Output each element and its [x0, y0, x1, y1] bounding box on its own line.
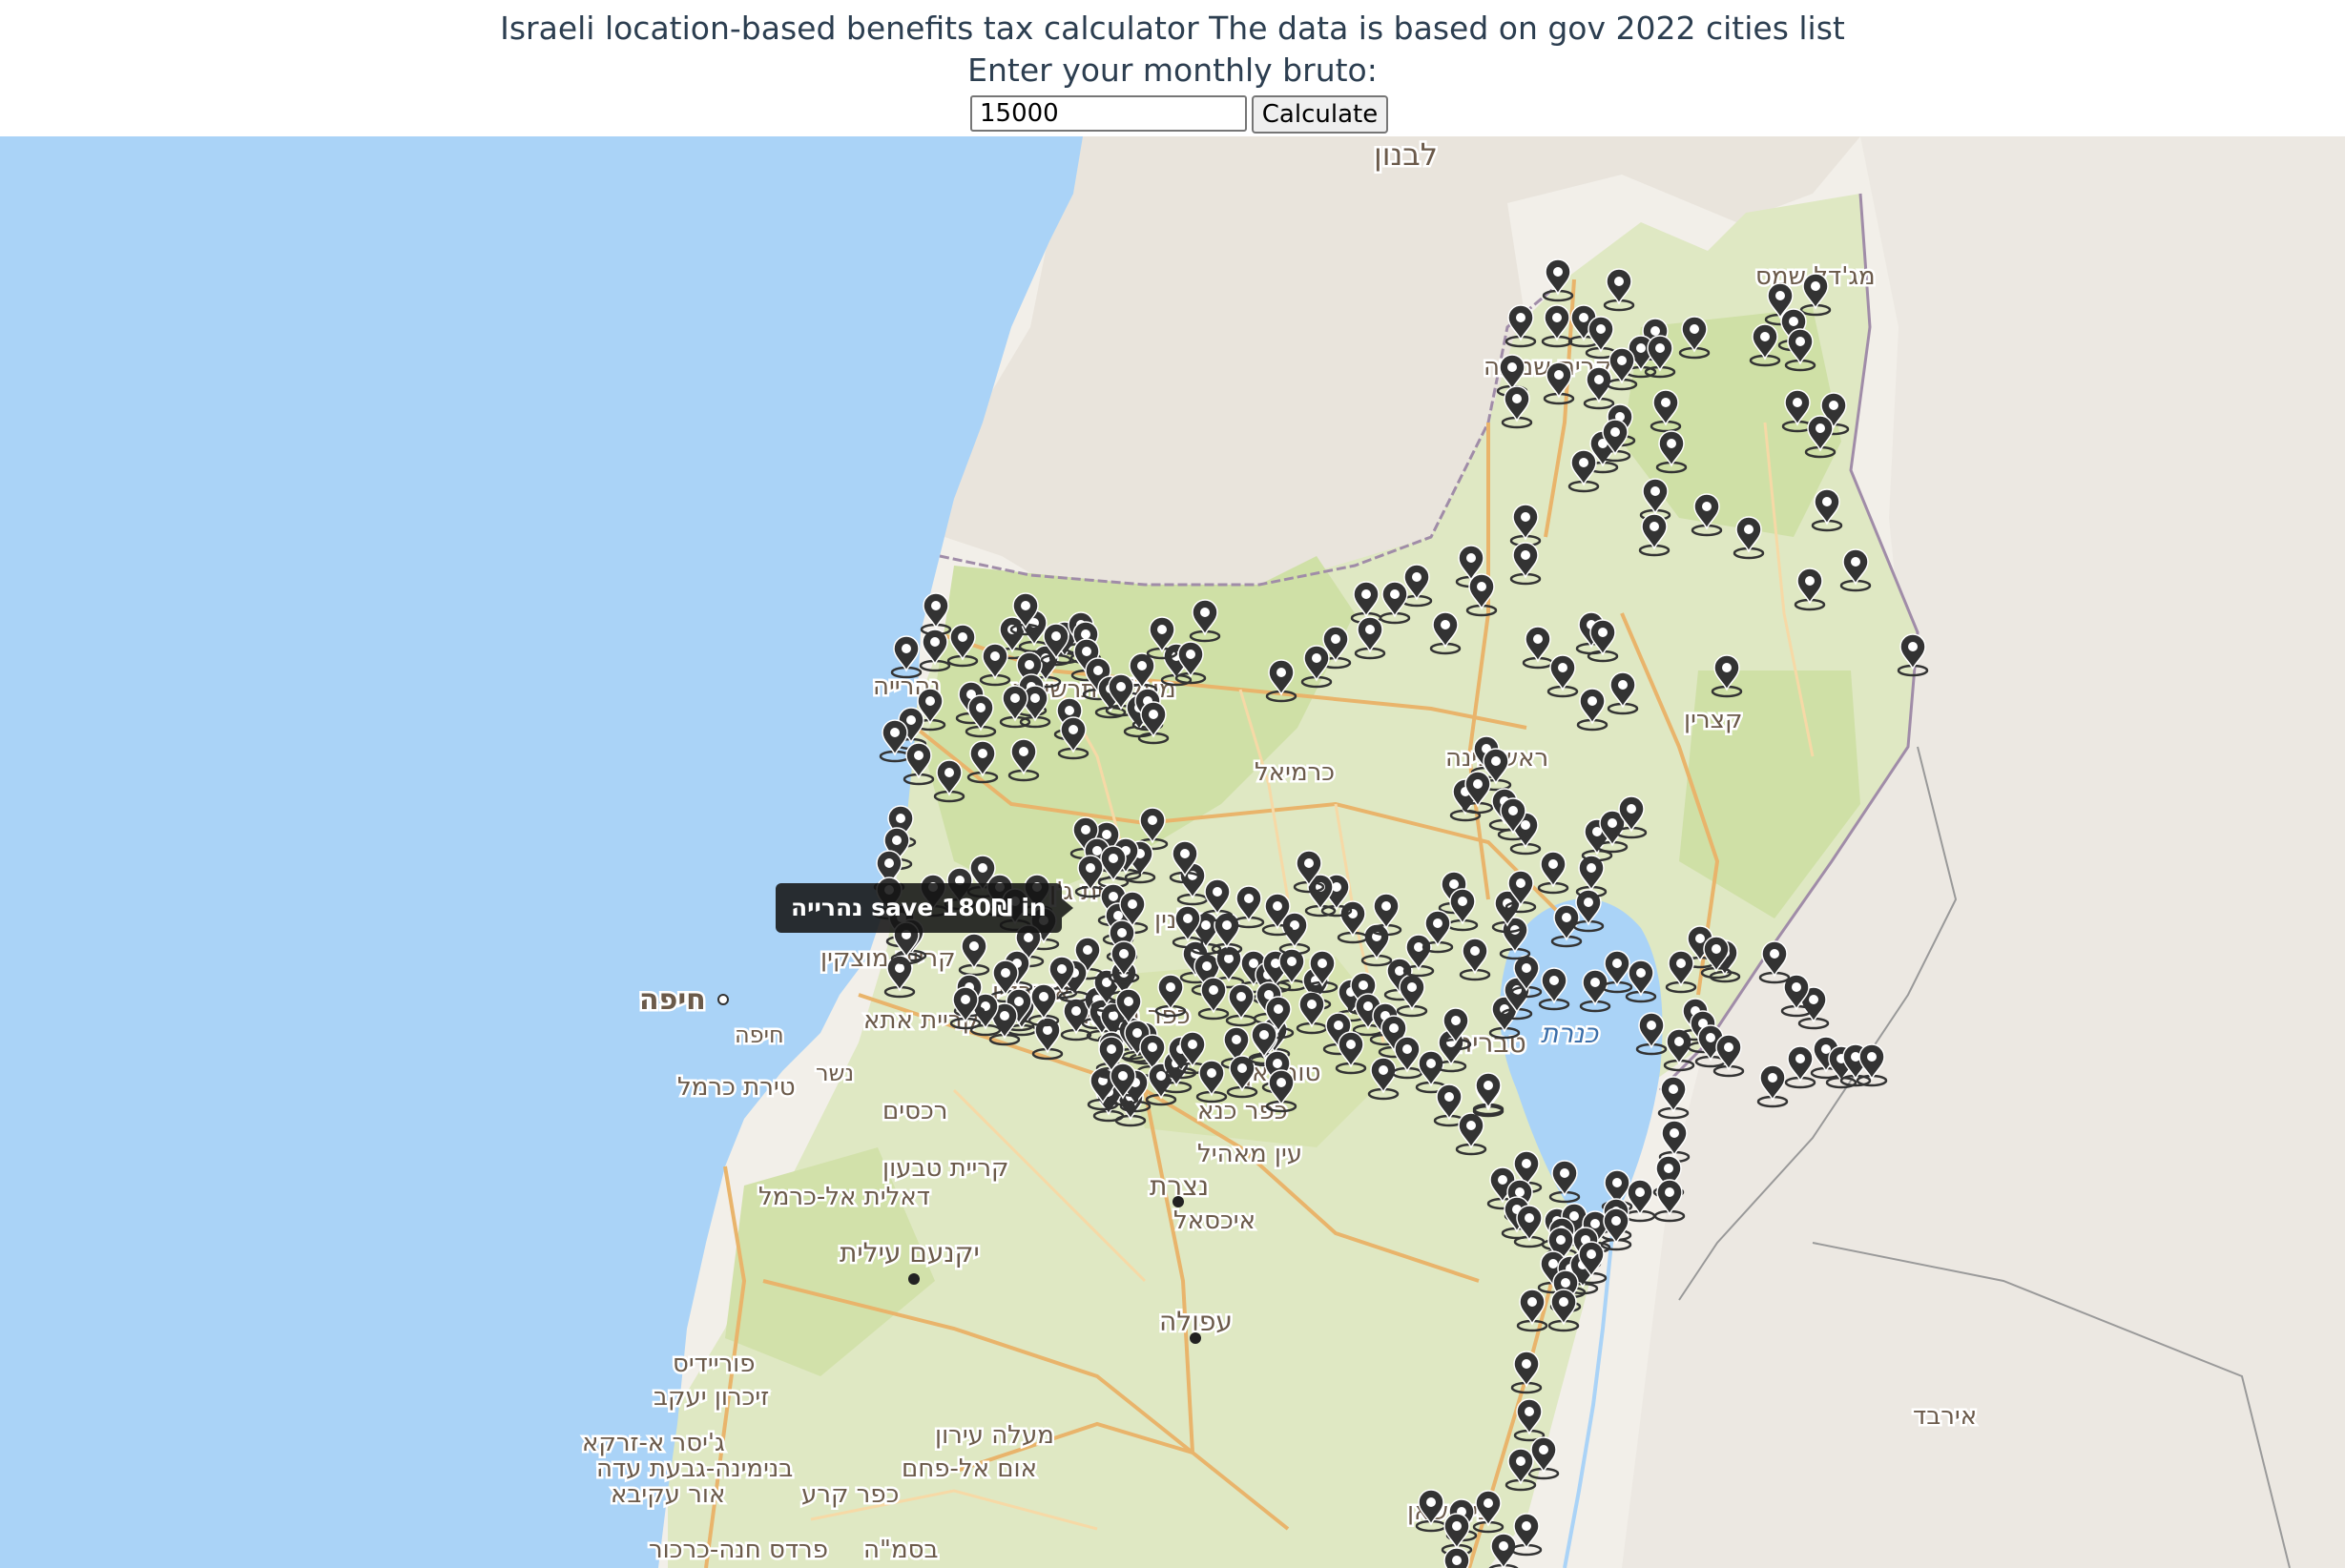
salary-prompt: Enter your monthly bruto:: [967, 52, 1378, 89]
map-label-zichron: זיכרון יעקב: [654, 1383, 769, 1412]
header: Israeli location-based benefits tax calc…: [0, 0, 2345, 136]
map-label-tirat-carmel: טירת כרמל: [677, 1073, 796, 1102]
calculate-button[interactable]: Calculate: [1252, 95, 1388, 134]
map-label-daliyat: דאלית אל-כרמל: [758, 1183, 930, 1211]
map-label-karmiel: כרמיאל: [1255, 758, 1335, 787]
map-label-kiryat-tivon: קריית טבעון: [882, 1154, 1008, 1183]
salary-input[interactable]: [970, 95, 1247, 132]
map-label-umm-fahm: אום אל-פחם: [902, 1455, 1037, 1483]
page-title: Israeli location-based benefits tax calc…: [500, 10, 1845, 47]
map-label-fureidis: פוריידיס: [673, 1350, 756, 1378]
savings-tooltip: נהרייה save 180₪ in: [776, 883, 1073, 933]
haifa-dot: [717, 994, 729, 1005]
map-label-kfar-kara: כפר קרע: [801, 1480, 899, 1509]
map[interactable]: לבנון מג'דל שמס קרית שמונה נהרייה מעלות-…: [0, 136, 2345, 1568]
map-label-pardes-hanna: פרדס חנה-כרכור: [649, 1536, 828, 1564]
map-label-haifa-big: חיפה: [639, 983, 706, 1017]
map-label-or-akiva: אור עקיבא: [611, 1480, 725, 1509]
map-label-basma: בסמ"ה: [863, 1536, 939, 1564]
map-label-binyamina: בנימינה-גבעת עדה: [596, 1455, 793, 1483]
map-label-rechasim: רכסים: [882, 1097, 947, 1125]
map-label-nesher: נשר: [816, 1060, 854, 1086]
map-label-maale-iron: מעלה עירון: [935, 1421, 1054, 1450]
afula-dot: [1190, 1332, 1201, 1344]
map-label-haifa-small: חיפה: [735, 1021, 784, 1048]
map-label-irbid: אירבד: [1913, 1402, 1977, 1431]
map-label-jisr: ג'יסר א-זרקא: [582, 1429, 725, 1457]
map-label-yokneam: יקנעם עילית: [840, 1237, 980, 1269]
map-label-kinneret: כנרת: [1541, 1018, 1598, 1049]
yokneam-dot: [908, 1273, 920, 1285]
map-label-ein-mahel: עין מאהיל: [1197, 1140, 1302, 1168]
map-label-iksal: איכסאל: [1173, 1207, 1256, 1235]
map-label-kazrin: קצרין: [1684, 706, 1742, 734]
map-tiles: לבנון מג'דל שמס קרית שמונה נהרייה מעלות-…: [0, 136, 2345, 1568]
map-label-lebanon: לבנון: [1374, 136, 1438, 173]
nazareth-dot: [1172, 1196, 1184, 1207]
